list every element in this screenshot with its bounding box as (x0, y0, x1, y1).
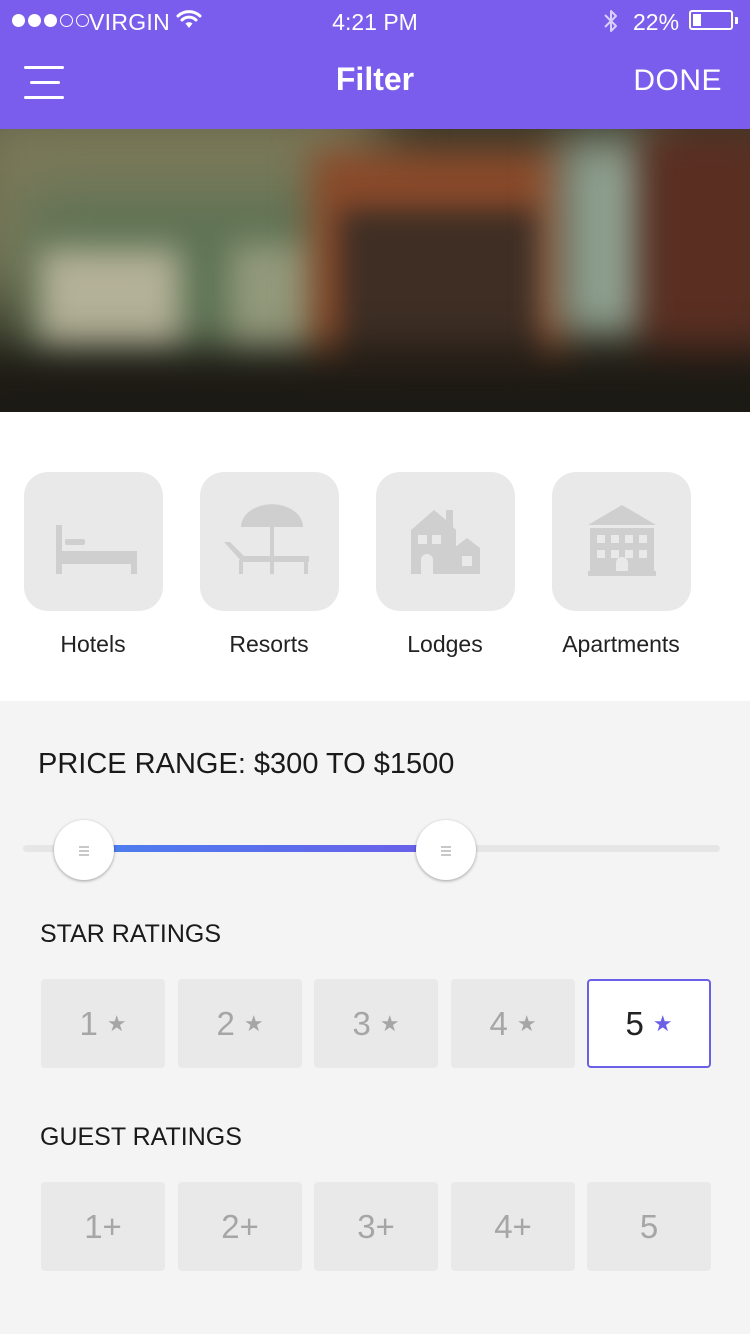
property-type-section: Hotels Resorts Lodges Apartments (0, 412, 750, 701)
guest-rating-3[interactable]: 3+ (314, 1182, 438, 1271)
category-tile[interactable] (199, 472, 339, 611)
bed-icon (55, 525, 137, 574)
rating-value: 1+ (84, 1207, 122, 1245)
star-icon: ★ (516, 1010, 537, 1036)
guest-rating-4[interactable]: 4+ (451, 1182, 575, 1271)
price-range-slider[interactable] (23, 820, 720, 884)
rating-value: 5 (639, 1207, 659, 1245)
star-rating-1[interactable]: 1 ★ (41, 979, 165, 1068)
rating-value: 4 (489, 1004, 508, 1042)
slider-min-handle[interactable] (54, 820, 115, 880)
star-icon: ★ (379, 1010, 400, 1036)
battery-level (693, 14, 701, 26)
category-tile[interactable] (551, 472, 691, 611)
category-tile[interactable] (23, 472, 163, 611)
rating-value: 1 (79, 1004, 98, 1042)
battery-percent: 22% (633, 9, 680, 35)
star-ratings-label: STAR RATINGS (40, 920, 222, 948)
bluetooth-icon (604, 10, 617, 32)
battery-icon (689, 10, 733, 30)
category-label: Hotels (60, 631, 126, 657)
guest-ratings-label: GUEST RATINGS (40, 1123, 242, 1151)
battery-tip (735, 17, 738, 24)
rating-value: 2+ (221, 1207, 259, 1245)
rating-value: 3+ (357, 1207, 395, 1245)
top-bar: VIRGIN 4:21 PM 22% Filter DONE (0, 0, 750, 129)
category-hotels[interactable]: Hotels (5, 472, 181, 658)
star-icon: ★ (652, 1010, 673, 1036)
price-range-label: PRICE RANGE: $300 TO $1500 (38, 748, 455, 780)
guest-rating-1[interactable]: 1+ (41, 1182, 165, 1271)
star-rating-4[interactable]: 4 ★ (451, 979, 575, 1068)
star-rating-5[interactable]: 5 ★ (587, 979, 711, 1068)
guest-rating-2[interactable]: 2+ (178, 1182, 302, 1271)
category-label: Resorts (229, 631, 309, 657)
status-bar: VIRGIN 4:21 PM 22% (0, 0, 750, 42)
rating-value: 2 (216, 1004, 235, 1042)
star-icon: ★ (106, 1010, 127, 1036)
lodge-house-icon (410, 510, 480, 574)
rating-value: 3 (352, 1004, 371, 1042)
category-tile[interactable] (375, 472, 515, 611)
category-apartments[interactable]: Apartments (533, 472, 709, 658)
slider-max-handle[interactable] (416, 820, 477, 880)
rating-value: 5 (625, 1004, 644, 1042)
star-rating-2[interactable]: 2 ★ (178, 979, 302, 1068)
star-icon: ★ (243, 1010, 264, 1036)
guest-rating-options: 1+ 2+ 3+ 4+ 5 (41, 1182, 711, 1271)
done-button[interactable]: DONE (633, 64, 722, 98)
rating-value: 4+ (494, 1207, 532, 1245)
hero-image (0, 129, 750, 412)
category-lodges[interactable]: Lodges (357, 472, 533, 658)
category-resorts[interactable]: Resorts (181, 472, 357, 658)
slider-range-fill (84, 845, 447, 852)
beach-umbrella-icon (223, 504, 309, 574)
star-rating-options: 1 ★ 2 ★ 3 ★ 4 ★ 5 ★ (41, 979, 711, 1068)
category-label: Lodges (407, 631, 483, 657)
apartment-building-icon (587, 505, 656, 576)
star-rating-3[interactable]: 3 ★ (314, 979, 438, 1068)
guest-rating-5[interactable]: 5 (587, 1182, 711, 1271)
category-label: Apartments (562, 631, 680, 657)
